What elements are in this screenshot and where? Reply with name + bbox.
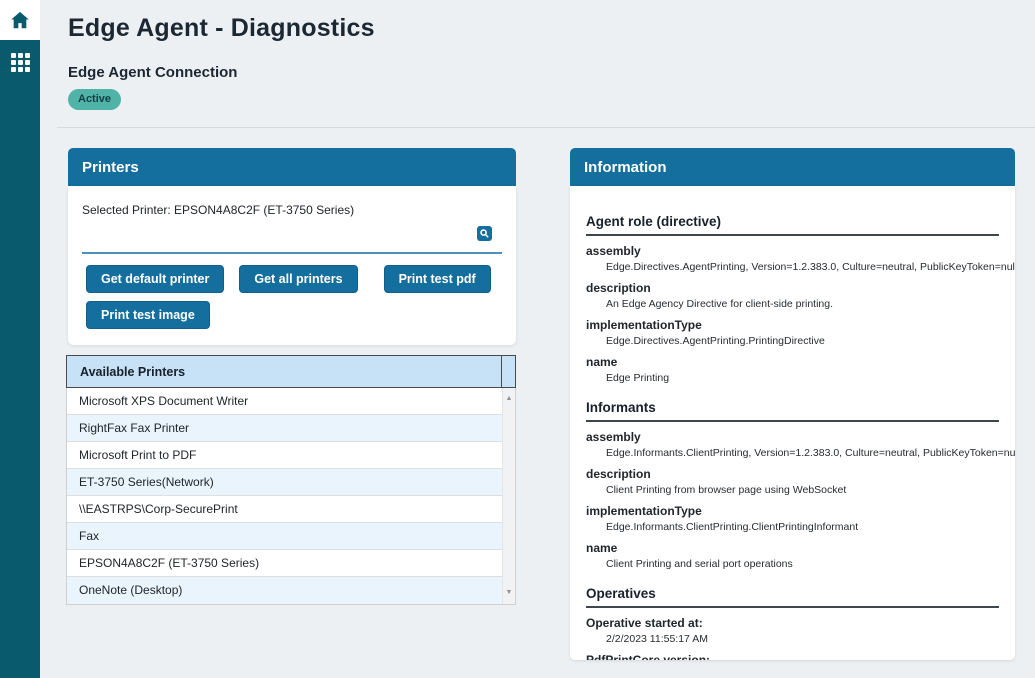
info-field-label: implementationType bbox=[586, 317, 1015, 333]
info-field-value: Edge.Directives.AgentPrinting, Version=1… bbox=[606, 259, 1015, 275]
information-panel: Information Agent role (directive) assemb… bbox=[570, 148, 1015, 660]
info-field-value: Client Printing from browser page using … bbox=[606, 482, 1015, 498]
info-field-value: Client Printing and serial port operatio… bbox=[606, 556, 1015, 572]
info-field-label: name bbox=[586, 354, 1015, 370]
info-field-label: name bbox=[586, 540, 1015, 556]
available-printers-header: Available Printers bbox=[67, 356, 502, 387]
printers-panel-body: Selected Printer: EPSON4A8C2F (ET-3750 S… bbox=[68, 186, 516, 345]
info-field-label: PdfPrintCore version: bbox=[586, 652, 1015, 660]
table-row[interactable]: OneNote (Desktop) bbox=[67, 577, 502, 604]
info-field-value: 2/2/2023 11:55:17 AM bbox=[606, 631, 1015, 647]
info-field-label: assembly bbox=[586, 243, 1015, 259]
available-printers-table: Available Printers Microsoft XPS Documen… bbox=[66, 355, 516, 605]
information-panel-title: Information bbox=[584, 159, 667, 176]
info-field-value: An Edge Agency Directive for client-side… bbox=[606, 296, 1015, 312]
get-all-printers-button[interactable]: Get all printers bbox=[239, 265, 357, 293]
scroll-up-icon[interactable]: ▲ bbox=[503, 394, 515, 404]
status-badge: Active bbox=[68, 89, 121, 110]
printer-search-button[interactable] bbox=[477, 226, 492, 241]
scroll-down-icon[interactable]: ▼ bbox=[503, 588, 515, 598]
printers-panel-header: Printers bbox=[68, 148, 516, 186]
printer-field-underline bbox=[82, 252, 502, 254]
info-field-value: Edge.Informants.ClientPrinting, Version=… bbox=[606, 445, 1015, 461]
printer-list-scrollbar[interactable]: ▲ ▼ bbox=[502, 388, 515, 604]
print-test-pdf-button[interactable]: Print test pdf bbox=[384, 265, 491, 293]
information-panel-header: Information bbox=[570, 148, 1015, 186]
table-row[interactable]: \\EASTRPS\Corp-SecurePrint bbox=[67, 496, 502, 523]
sidebar-apps-button[interactable] bbox=[0, 40, 40, 84]
header-scroll-spacer bbox=[502, 356, 515, 387]
info-section-heading: Informants bbox=[586, 400, 999, 422]
printer-list-container: Microsoft XPS Document WriterRightFax Fa… bbox=[66, 388, 516, 605]
apps-grid-icon bbox=[11, 53, 30, 72]
info-section-heading: Agent role (directive) bbox=[586, 214, 999, 236]
get-default-printer-button[interactable]: Get default printer bbox=[86, 265, 224, 293]
connection-heading: Edge Agent Connection bbox=[68, 64, 237, 81]
info-field-label: Operative started at: bbox=[586, 615, 1015, 631]
table-row[interactable]: Fax bbox=[67, 523, 502, 550]
info-section-heading: Operatives bbox=[586, 586, 999, 608]
search-icon bbox=[479, 228, 490, 239]
table-row[interactable]: RightFax Fax Printer bbox=[67, 415, 502, 442]
table-row[interactable]: ET-3750 Series(Network) bbox=[67, 469, 502, 496]
printers-panel-title: Printers bbox=[82, 159, 139, 176]
sidebar-home-button[interactable] bbox=[0, 0, 40, 40]
home-icon bbox=[9, 9, 31, 31]
info-field-label: assembly bbox=[586, 429, 1015, 445]
header-divider bbox=[57, 127, 1035, 128]
table-row[interactable]: EPSON4A8C2F (ET-3750 Series) bbox=[67, 550, 502, 577]
page-title: Edge Agent - Diagnostics bbox=[68, 14, 375, 43]
table-row[interactable]: Microsoft XPS Document Writer bbox=[67, 388, 502, 415]
info-field-label: implementationType bbox=[586, 503, 1015, 519]
sidebar bbox=[0, 0, 40, 678]
available-printers-header-row: Available Printers bbox=[66, 355, 516, 388]
print-test-image-button[interactable]: Print test image bbox=[86, 301, 210, 329]
info-field-label: description bbox=[586, 466, 1015, 482]
printers-panel: Printers Selected Printer: EPSON4A8C2F (… bbox=[68, 148, 516, 345]
info-field-value: Edge Printing bbox=[606, 370, 1015, 386]
info-field-value: Edge.Directives.AgentPrinting.PrintingDi… bbox=[606, 333, 1015, 349]
info-field-label: description bbox=[586, 280, 1015, 296]
info-field-value: Edge.Informants.ClientPrinting.ClientPri… bbox=[606, 519, 1015, 535]
table-row[interactable]: Microsoft Print to PDF bbox=[67, 442, 502, 469]
selected-printer-label: Selected Printer: EPSON4A8C2F (ET-3750 S… bbox=[82, 203, 502, 217]
printer-list: Microsoft XPS Document WriterRightFax Fa… bbox=[67, 388, 502, 604]
information-body: Agent role (directive)assemblyEdge.Direc… bbox=[570, 186, 1015, 660]
